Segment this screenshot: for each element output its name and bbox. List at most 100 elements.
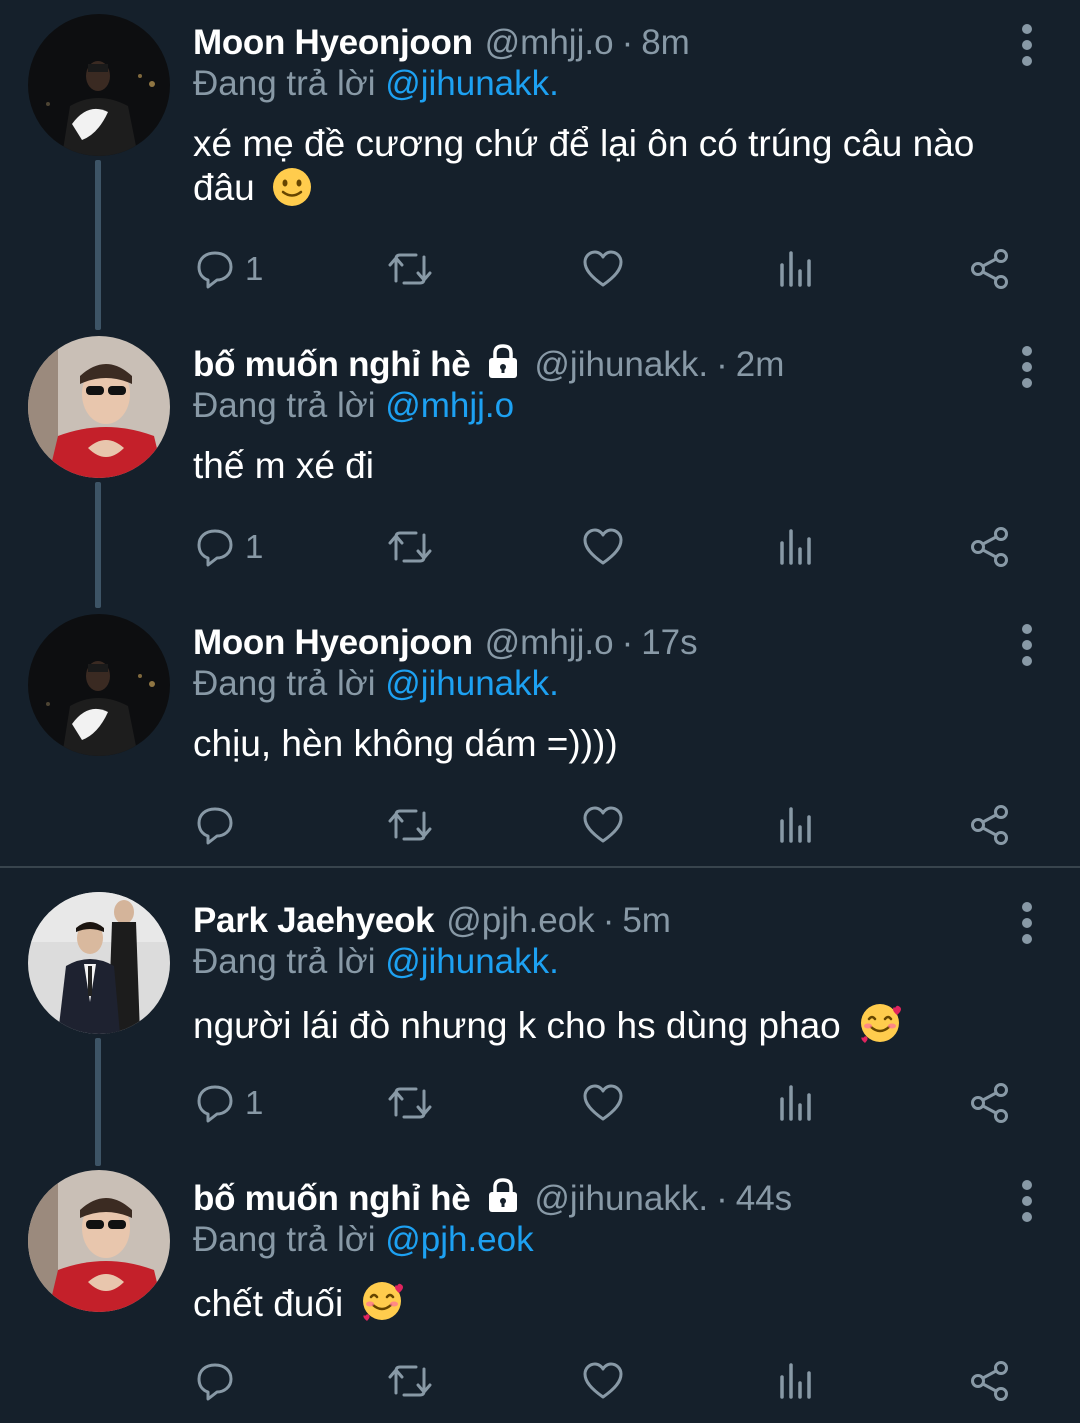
reply-icon [197,1363,233,1401]
mention-link[interactable]: @jihunakk. [385,64,559,103]
replying-prefix: Đang trả lời [193,942,376,981]
display-name[interactable]: Park Jaehyeok [193,901,435,941]
analytics-icon [780,1363,811,1399]
retweet-button[interactable] [386,522,434,572]
retweet-icon [388,1087,432,1119]
action-bar: 1 [0,244,1080,294]
mention-link[interactable]: @pjh.eok [385,1220,533,1259]
reply-icon [197,529,233,567]
analytics-button[interactable] [778,244,814,294]
mention-link[interactable]: @jihunakk. [385,664,559,703]
like-icon [583,250,623,287]
lock-icon [484,1176,522,1223]
analytics-button[interactable] [778,1356,814,1406]
share-button[interactable] [969,244,1011,294]
tweet-text: xé mẹ đề cương chứ để lại ôn có trúng câ… [193,122,1020,218]
more-options-icon[interactable] [1020,622,1034,668]
avatar[interactable] [28,892,170,1034]
share-icon [971,527,1008,567]
smiling-face-with-hearts-icon [359,1278,405,1334]
analytics-button[interactable] [778,800,814,850]
like-button[interactable] [582,1078,624,1128]
like-icon [583,1084,623,1121]
action-bar: 1 [0,1078,1080,1128]
timestamp[interactable]: 5m [622,901,671,941]
conversation-feed: Moon Hyeonjoon @mhjj.o · 8m Đang trả lời… [0,0,1080,1423]
like-button[interactable] [582,522,624,572]
retweet-button[interactable] [386,1356,434,1406]
like-icon [583,806,623,843]
tweet-header: bố muốn nghỉ hè @jihunakk. · 2m [193,340,990,390]
retweet-icon [388,809,432,841]
reply-button[interactable]: 1 [195,1078,263,1128]
timestamp[interactable]: 17s [641,623,697,663]
avatar[interactable] [28,336,170,478]
tweet-body: chết đuối [193,1283,344,1324]
share-icon [971,805,1008,845]
share-button[interactable] [969,1078,1011,1128]
share-button[interactable] [969,800,1011,850]
username-handle[interactable]: @mhjj.o [485,23,614,63]
display-name[interactable]: bố muốn nghỉ hè [193,1179,471,1219]
separator-dot: · [602,901,615,940]
tweet-header: Moon Hyeonjoon @mhjj.o · 8m [193,18,990,68]
mention-link[interactable]: @jihunakk. [385,942,559,981]
analytics-button[interactable] [778,1078,814,1128]
more-options-icon[interactable] [1020,900,1034,946]
timestamp[interactable]: 44s [736,1179,792,1219]
reply-count: 1 [245,1084,264,1121]
avatar[interactable] [28,1170,170,1312]
tweet-text: chịu, hèn không dám =)))) [193,722,1020,766]
like-button[interactable] [582,1356,624,1406]
username-handle[interactable]: @jihunakk. [534,345,708,385]
tweet-body: người lái đò nhưng k cho hs dùng phao [193,1005,841,1046]
username-handle[interactable]: @mhjj.o [485,623,614,663]
like-button[interactable] [582,244,624,294]
replying-to: Đang trả lời @mhjj.o [193,386,514,426]
username-handle[interactable]: @jihunakk. [534,1179,708,1219]
analytics-button[interactable] [778,522,814,572]
retweet-button[interactable] [386,244,434,294]
display-name[interactable]: bố muốn nghỉ hè [193,345,471,385]
reply-button[interactable]: 1 [195,522,263,572]
replying-prefix: Đang trả lời [193,386,376,425]
display-name[interactable]: Moon Hyeonjoon [193,23,473,63]
tweet-body: thế m xé đi [193,445,374,486]
action-bar: 1 [0,522,1080,572]
tweet-text: thế m xé đi [193,444,1020,488]
reply-button[interactable]: 1 [195,244,263,294]
reply-button[interactable] [195,800,245,850]
display-name[interactable]: Moon Hyeonjoon [193,623,473,663]
like-button[interactable] [582,800,624,850]
replying-prefix: Đang trả lời [193,664,376,703]
share-button[interactable] [969,1356,1011,1406]
reply-icon [197,251,233,289]
avatar[interactable] [28,14,170,156]
username-handle[interactable]: @pjh.eok [446,901,594,941]
separator-dot: · [621,623,634,662]
retweet-icon [388,253,432,285]
more-options-icon[interactable] [1020,344,1034,390]
reply-count: 1 [245,528,264,565]
retweet-icon [388,1365,432,1397]
replying-to: Đang trả lời @jihunakk. [193,64,559,104]
reply-button[interactable] [195,1356,245,1406]
replying-to: Đang trả lời @pjh.eok [193,1220,534,1260]
tweet-text: chết đuối [193,1278,1020,1334]
retweet-button[interactable] [386,1078,434,1128]
more-options-icon[interactable] [1020,22,1034,68]
reply-count: 1 [245,250,264,287]
share-button[interactable] [969,522,1011,572]
timestamp[interactable]: 2m [736,345,785,385]
analytics-icon [780,807,811,843]
mention-link[interactable]: @mhjj.o [385,386,514,425]
more-options-icon[interactable] [1020,1178,1034,1224]
retweet-button[interactable] [386,800,434,850]
retweet-icon [388,531,432,563]
replying-prefix: Đang trả lời [193,64,376,103]
avatar[interactable] [28,614,170,756]
replying-prefix: Đang trả lời [193,1220,376,1259]
tweet-body: chịu, hèn không dám =)))) [193,723,618,764]
analytics-icon [780,251,811,287]
timestamp[interactable]: 8m [641,23,690,63]
